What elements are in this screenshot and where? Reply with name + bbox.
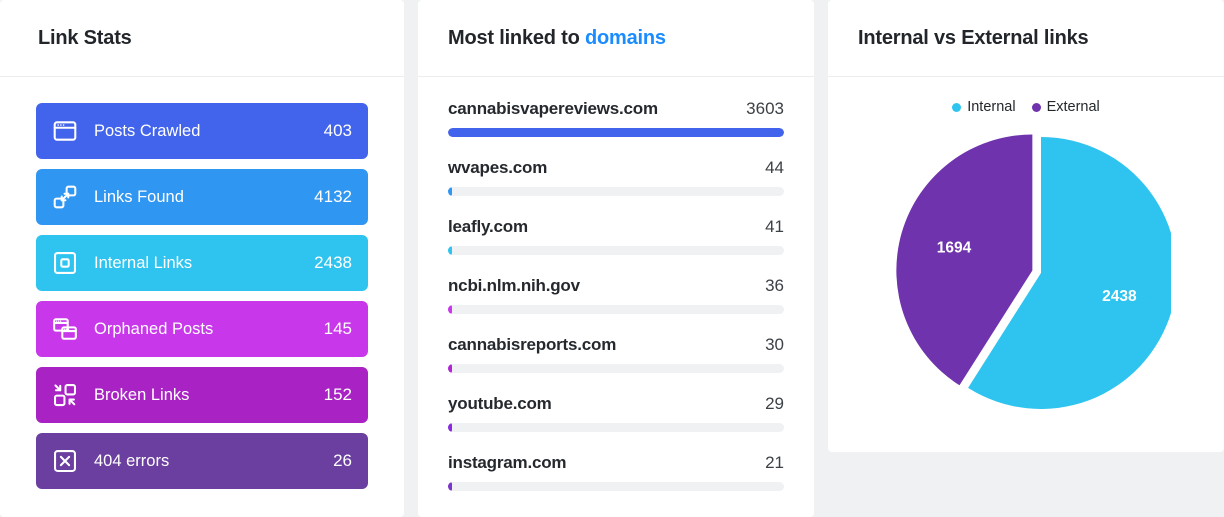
x-square-icon [50, 446, 80, 476]
stat-label: Orphaned Posts [94, 319, 214, 338]
legend-label: Internal [967, 99, 1016, 115]
stat-value: 403 [323, 121, 352, 140]
domain-count: 44 [765, 158, 784, 177]
stat-row[interactable]: Internal Links 2438 [36, 235, 368, 291]
domain-progress-fill [448, 423, 452, 432]
stat-row[interactable]: Links Found 4132 [36, 169, 368, 225]
legend-item[interactable]: External [1031, 99, 1100, 115]
domain-row[interactable]: instagram.com 21 [448, 453, 784, 491]
stat-label: 404 errors [94, 451, 170, 470]
pie-slice-label: 2438 [1102, 288, 1137, 305]
domain-progress-fill [448, 364, 452, 373]
domain-progress-track [448, 246, 784, 255]
domain-name: instagram.com [448, 453, 567, 472]
domain-progress-track [448, 423, 784, 432]
domain-row-head: leafly.com 41 [448, 217, 784, 237]
domain-row-head: wvapes.com 44 [448, 158, 784, 178]
stacked-windows-icon [50, 314, 80, 344]
domain-name: wvapes.com [448, 158, 548, 177]
domain-progress-fill [448, 187, 453, 196]
domains-list: cannabisvapereviews.com 3603 wvapes.com 44 l… [418, 77, 814, 491]
legend-color-dot [952, 102, 962, 112]
most-linked-domains-title: Most linked to domains [448, 27, 666, 50]
domain-count: 41 [765, 217, 784, 236]
domain-count: 29 [765, 394, 784, 413]
domain-row-head: cannabisreports.com 30 [448, 335, 784, 355]
domain-row[interactable]: wvapes.com 44 [448, 158, 784, 196]
domain-name: leafly.com [448, 217, 528, 236]
domain-count: 36 [765, 276, 784, 295]
domain-count: 3603 [746, 99, 784, 118]
page-title: Link Stats [38, 26, 132, 49]
internal-vs-external-panel: Internal vs External links Internal Exter… [828, 0, 1224, 452]
domain-progress-track [448, 187, 784, 196]
link-stats-list: Posts Crawled 403 Links Found 4132 Internal … [0, 77, 404, 489]
domain-name: ncbi.nlm.nih.gov [448, 276, 580, 295]
browser-window-icon [50, 116, 80, 146]
domain-progress-track [448, 305, 784, 314]
domain-progress-fill [448, 482, 452, 491]
stat-value: 145 [323, 319, 352, 338]
domain-row[interactable]: youtube.com 29 [448, 394, 784, 432]
legend-label: External [1046, 99, 1100, 115]
stat-value: 4132 [314, 187, 352, 206]
most-linked-domains-header: Most linked to domains [418, 0, 814, 77]
internal-vs-external-title: Internal vs External links [858, 26, 1089, 49]
pie-chart: 2438 1694 [881, 121, 1171, 421]
domain-row[interactable]: cannabisvapereviews.com 3603 [448, 99, 784, 137]
domain-row-head: instagram.com 21 [448, 453, 784, 473]
linked-squares-icon [50, 182, 80, 212]
domain-row[interactable]: cannabisreports.com 30 [448, 335, 784, 373]
domain-row-head: ncbi.nlm.nih.gov 36 [448, 276, 784, 296]
broken-squares-icon [50, 380, 80, 410]
pie-chart-body: Internal External 2438 1694 [828, 77, 1224, 421]
legend-color-dot [1031, 102, 1041, 112]
pie-chart-svg: 2438 1694 [896, 134, 1171, 409]
domain-row-head: cannabisvapereviews.com 3603 [448, 99, 784, 119]
domain-count: 30 [765, 335, 784, 354]
stat-label: Links Found [94, 187, 184, 206]
stat-row[interactable]: Orphaned Posts 145 [36, 301, 368, 357]
pie-slice-label: 1694 [937, 240, 972, 257]
stat-row[interactable]: 404 errors 26 [36, 433, 368, 489]
stat-value: 2438 [314, 253, 352, 272]
stat-label: Broken Links [94, 385, 190, 404]
stat-label: Internal Links [94, 253, 193, 272]
domain-row[interactable]: leafly.com 41 [448, 217, 784, 255]
chart-legend: Internal External [952, 99, 1100, 115]
legend-item[interactable]: Internal [952, 99, 1016, 115]
domain-progress-fill [448, 128, 784, 137]
domain-name: youtube.com [448, 394, 552, 413]
link-stats-header: Link Stats [0, 0, 404, 77]
domain-progress-track [448, 128, 784, 137]
dashboard-stage: Link Stats Posts Crawled 403 Links Found 41… [0, 0, 1224, 517]
domain-progress-fill [448, 246, 452, 255]
stat-value: 26 [333, 451, 352, 470]
internal-vs-external-header: Internal vs External links [828, 0, 1224, 77]
stat-label: Posts Crawled [94, 121, 201, 140]
domain-progress-fill [448, 305, 452, 314]
title-prefix-text: Most linked to [448, 26, 586, 49]
domain-progress-track [448, 482, 784, 491]
domain-row[interactable]: ncbi.nlm.nih.gov 36 [448, 276, 784, 314]
stat-value: 152 [323, 385, 352, 404]
domain-count: 21 [765, 453, 784, 472]
stat-row[interactable]: Broken Links 152 [36, 367, 368, 423]
square-in-square-icon [50, 248, 80, 278]
domain-name: cannabisreports.com [448, 335, 617, 354]
link-stats-panel: Link Stats Posts Crawled 403 Links Found 41… [0, 0, 404, 517]
most-linked-domains-panel: Most linked to domains cannabisvaperevie… [418, 0, 814, 517]
domains-link[interactable]: domains [585, 27, 666, 49]
domain-progress-track [448, 364, 784, 373]
domain-name: cannabisvapereviews.com [448, 99, 658, 118]
stat-row[interactable]: Posts Crawled 403 [36, 103, 368, 159]
domain-row-head: youtube.com 29 [448, 394, 784, 414]
